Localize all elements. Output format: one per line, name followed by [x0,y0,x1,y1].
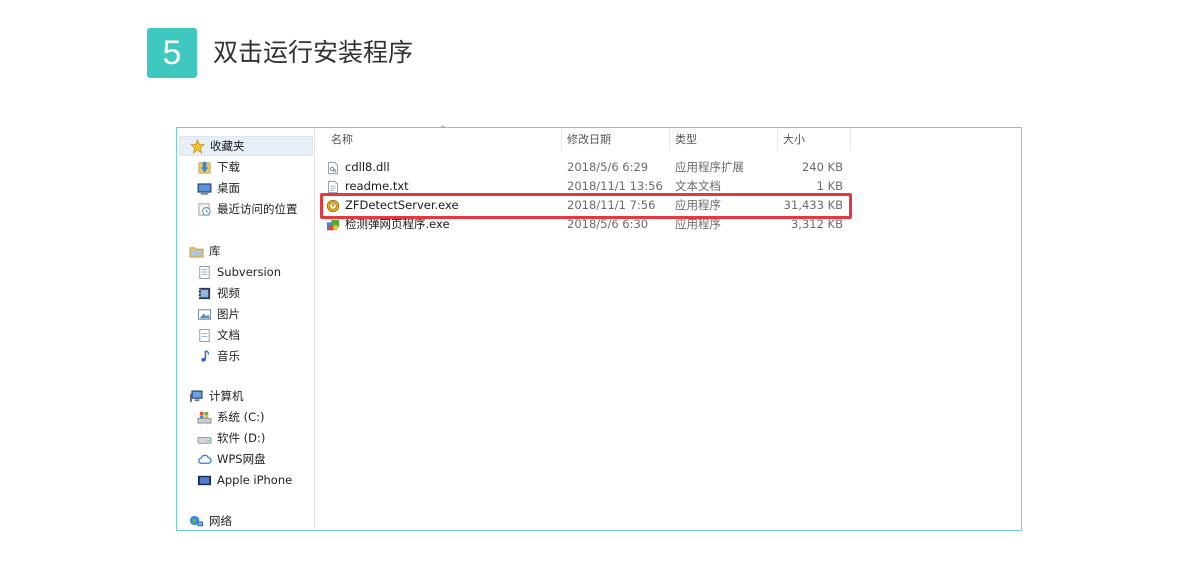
step-number-badge: 5 [147,28,197,78]
nav-item-label: 音乐 [217,349,240,363]
nav-item-desktop[interactable]: 桌面 [197,178,240,198]
nav-item-wps-cloud[interactable]: WPS网盘 [197,449,266,469]
nav-computer-label: 计算机 [209,389,244,403]
nav-item-label: Apple iPhone [217,473,293,487]
column-separator[interactable] [850,128,851,150]
navigation-pane[interactable]: 收藏夹 下载 桌面 最近访问的位置 库 Subversion 视频 图片 文档 … [177,128,315,530]
network-icon [189,514,204,529]
nav-network-label: 网络 [209,514,232,528]
file-size: 240 KB [801,160,843,174]
nav-item-label: 最近访问的位置 [217,202,298,216]
column-separator[interactable] [777,128,778,150]
column-header-type[interactable]: 类型 [675,130,697,150]
nav-item-label: WPS网盘 [217,452,266,466]
dll-file-icon [326,161,340,175]
nav-item-label: 软件 (D:) [217,431,266,445]
library-icon [189,244,204,259]
nav-network[interactable]: 网络 [189,511,232,531]
sort-arrow-icon: ^ [439,125,447,135]
nav-item-label: 图片 [217,307,240,321]
computer-icon [189,389,204,404]
file-list: 名称 ^ 修改日期 类型 大小 cdll8.dll 2018/5/6 6:29 … [316,125,1021,530]
star-icon [190,138,205,154]
nav-item-label: Subversion [217,265,282,279]
nav-libraries-label: 库 [209,244,221,258]
nav-libraries[interactable]: 库 [189,241,221,261]
nav-item-documents[interactable]: 文档 [197,325,240,345]
drive-icon [197,431,212,446]
recent-places-icon [197,202,212,217]
music-icon [197,349,212,364]
exe-app-icon [326,218,340,232]
column-separator[interactable] [669,128,670,150]
video-icon [197,286,212,301]
nav-computer[interactable]: 计算机 [189,386,244,406]
nav-item-label: 视频 [217,286,240,300]
nav-item-system-drive[interactable]: 系统 (C:) [197,407,265,427]
nav-item-recent-places[interactable]: 最近访问的位置 [197,199,298,219]
cloud-icon [197,452,212,467]
nav-item-apple-iphone[interactable]: Apple iPhone [197,470,292,490]
column-header-modified[interactable]: 修改日期 [567,130,611,150]
nav-item-subversion[interactable]: Subversion [197,262,281,282]
step-title: 双击运行安装程序 [213,38,414,67]
file-explorer-window: 收藏夹 下载 桌面 最近访问的位置 库 Subversion 视频 图片 文档 … [176,125,1022,531]
file-name-cell: cdll8.dll [326,158,390,177]
downloads-icon [197,160,212,175]
column-separator[interactable] [561,128,562,150]
nav-item-label: 下载 [217,160,240,174]
nav-item-label: 文档 [217,328,240,342]
nav-favorites[interactable]: 收藏夹 [179,136,313,156]
desktop-icon [197,181,212,196]
nav-item-pictures[interactable]: 图片 [197,304,240,324]
highlight-box [320,193,852,219]
file-name: cdll8.dll [345,160,390,174]
nav-item-label: 桌面 [217,181,240,195]
system-drive-icon [197,410,212,425]
document-library-icon [197,265,212,280]
pictures-icon [197,307,212,322]
nav-item-software-drive[interactable]: 软件 (D:) [197,428,265,448]
column-header-name[interactable]: 名称 [331,130,353,150]
nav-item-downloads[interactable]: 下载 [197,157,240,177]
documents-icon [197,328,212,343]
nav-item-music[interactable]: 音乐 [197,346,240,366]
nav-item-videos[interactable]: 视频 [197,283,240,303]
file-row-cdll8[interactable]: cdll8.dll 2018/5/6 6:29 应用程序扩展 240 KB [326,158,856,177]
iphone-icon [197,473,212,488]
nav-item-label: 系统 (C:) [217,410,265,424]
nav-favorites-label: 收藏夹 [210,139,245,153]
file-modified: 2018/5/6 6:29 [567,160,649,174]
column-header-size[interactable]: 大小 [783,130,805,150]
file-type: 应用程序扩展 [675,160,744,174]
text-file-icon [326,180,340,194]
